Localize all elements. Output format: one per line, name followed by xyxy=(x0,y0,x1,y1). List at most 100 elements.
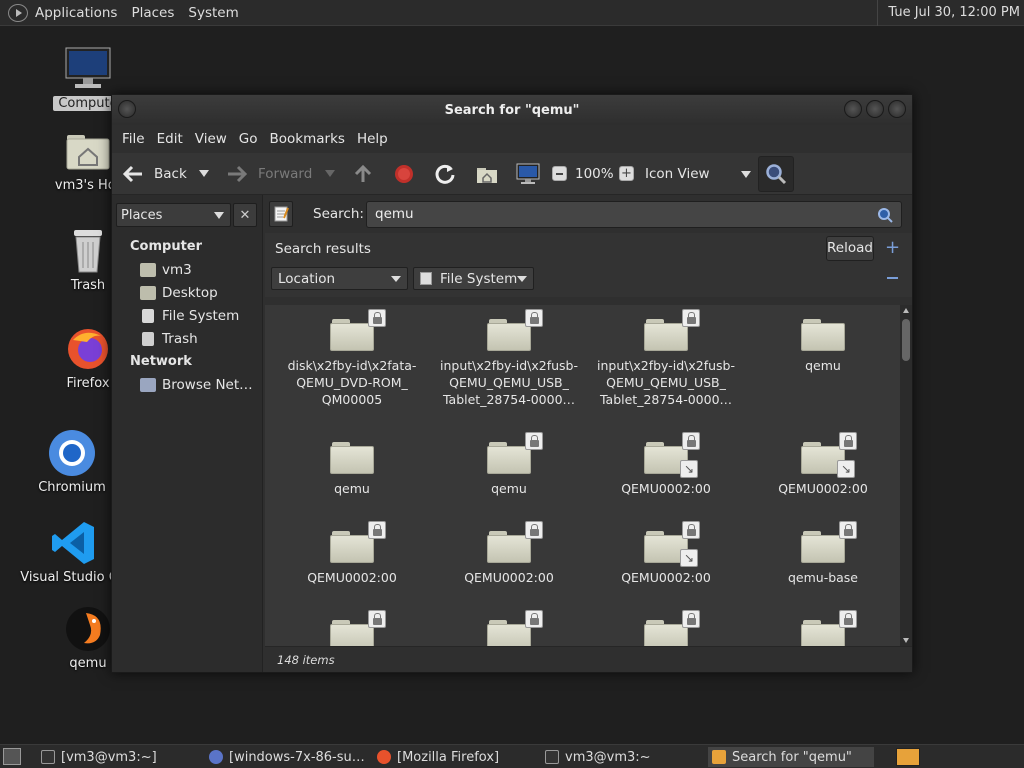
lock-emblem-icon xyxy=(682,309,700,327)
firefox-icon xyxy=(377,750,391,764)
search-input[interactable]: qemu xyxy=(366,201,902,228)
file-item[interactable]: disk\x2fby-id\x2fata- QEMU_DVD-ROM_ QM0000… xyxy=(277,309,427,408)
taskbar-item[interactable]: vm3@vm3:~ xyxy=(541,747,703,767)
home-icon[interactable] xyxy=(476,164,498,188)
taskbar-item[interactable]: [vm3@vm3:~] xyxy=(37,747,199,767)
file-item[interactable]: input\x2fby-id\x2fusb- QEMU_QEMU_USB_ Tabl… xyxy=(591,309,741,408)
folder-icon xyxy=(801,610,857,646)
menu-view[interactable]: View xyxy=(189,131,233,147)
chevron-down-icon xyxy=(214,212,224,219)
view-mode-select[interactable]: Icon View xyxy=(645,166,751,182)
vertical-scrollbar[interactable] xyxy=(900,305,912,646)
file-name: QEMU0002:00 xyxy=(307,570,397,585)
sidebar-item-desktop[interactable]: Desktop xyxy=(140,285,218,301)
file-item[interactable]: qemu-base xyxy=(748,521,898,586)
forward-history-dropdown[interactable] xyxy=(325,170,335,177)
sidebar-item-trash[interactable]: Trash xyxy=(140,331,198,347)
firefox-icon xyxy=(209,750,223,764)
file-item[interactable]: qemu xyxy=(277,436,427,497)
file-name: QEMU0002:00 xyxy=(778,481,868,496)
file-item[interactable]: ↘ QEMU0002:00 xyxy=(748,432,898,497)
distro-logo-icon[interactable] xyxy=(8,3,28,22)
menubar: File Edit View Go Bookmarks Help xyxy=(112,125,912,153)
window-titlebar[interactable]: Search for "qemu" xyxy=(112,95,912,125)
symlink-emblem-icon: ↘ xyxy=(680,549,698,567)
menu-go[interactable]: Go xyxy=(233,131,264,147)
file-item[interactable] xyxy=(591,610,741,646)
lock-emblem-icon xyxy=(368,610,386,628)
file-name: input\x2fby-id\x2fusb- xyxy=(597,358,735,373)
back-button[interactable]: Back xyxy=(122,165,187,183)
chevron-down-icon xyxy=(517,276,527,282)
maximize-button[interactable] xyxy=(866,100,884,118)
back-history-dropdown[interactable] xyxy=(199,170,209,177)
menu-edit[interactable]: Edit xyxy=(151,131,189,147)
search-icon[interactable] xyxy=(877,207,893,223)
scroll-down-icon[interactable] xyxy=(903,638,909,643)
computer-location-icon[interactable] xyxy=(516,163,540,189)
file-name: disk\x2fby-id\x2fata- xyxy=(287,358,417,373)
file-item[interactable] xyxy=(277,610,427,646)
folder-icon xyxy=(487,432,543,474)
file-item[interactable]: qemu xyxy=(434,432,584,497)
window-menu-button[interactable] xyxy=(118,100,136,118)
close-window-button[interactable] xyxy=(888,100,906,118)
clock[interactable]: Tue Jul 30, 12:00 PM xyxy=(877,0,1020,26)
sidebar-item-vm3[interactable]: vm3 xyxy=(140,262,192,278)
file-item[interactable]: qemu xyxy=(748,313,898,374)
chevron-down-icon xyxy=(391,276,401,282)
file-name: qemu xyxy=(805,358,841,373)
folder-icon xyxy=(487,309,543,351)
folder-icon xyxy=(644,610,700,646)
places-menu[interactable]: Places xyxy=(124,5,181,21)
filesystem-select[interactable]: File System xyxy=(413,267,534,290)
taskbar-item[interactable]: [windows-7x-86-su… xyxy=(205,747,367,767)
show-desktop-icon[interactable] xyxy=(3,748,21,765)
desktop-icon-chromium[interactable]: Chromium xyxy=(27,430,117,495)
file-item[interactable] xyxy=(748,610,898,646)
close-sidebar-button[interactable]: ✕ xyxy=(233,203,257,227)
up-arrow-icon[interactable] xyxy=(353,164,373,188)
add-criterion-icon[interactable]: + xyxy=(885,237,900,258)
file-name: qemu-base xyxy=(787,570,859,585)
remove-criterion-icon[interactable] xyxy=(887,277,898,279)
chromium-icon xyxy=(47,430,97,476)
folder-icon: ↘ xyxy=(644,432,700,478)
file-name: QEMU_QEMU_USB_ xyxy=(606,375,726,390)
menu-bookmarks[interactable]: Bookmarks xyxy=(264,131,351,147)
sidebar-item-file-system[interactable]: File System xyxy=(140,308,239,324)
file-item[interactable]: ↘ QEMU0002:00 xyxy=(591,432,741,497)
workspace-switcher[interactable] xyxy=(896,748,920,766)
forward-button[interactable]: Forward xyxy=(226,165,312,183)
sidebar-type-select[interactable]: Places xyxy=(116,203,231,227)
file-item[interactable]: input\x2fby-id\x2fusb- QEMU_QEMU_USB_ Tabl… xyxy=(434,309,584,408)
applications-menu[interactable]: Applications xyxy=(28,5,124,21)
sidebar-item-browse-network[interactable]: Browse Net… xyxy=(140,377,253,393)
network-icon xyxy=(140,378,156,392)
note-icon[interactable] xyxy=(269,201,293,227)
scrollbar-thumb[interactable] xyxy=(902,319,910,361)
scroll-up-icon[interactable] xyxy=(903,308,909,313)
zoom-out-icon[interactable] xyxy=(552,166,567,181)
search-toggle-button[interactable] xyxy=(758,156,794,192)
zoom-in-icon[interactable]: + xyxy=(619,166,634,181)
file-name: QM00005 xyxy=(321,392,383,407)
file-item[interactable]: ↘ QEMU0002:00 xyxy=(591,521,741,586)
taskbar-item[interactable]: Search for "qemu" xyxy=(708,747,874,767)
search-label: Search: xyxy=(313,206,364,222)
system-menu[interactable]: System xyxy=(181,5,245,21)
file-item[interactable]: QEMU0002:00 xyxy=(277,521,427,586)
minimize-button[interactable] xyxy=(844,100,862,118)
stop-icon[interactable] xyxy=(394,164,414,188)
folder-icon xyxy=(801,521,857,563)
reload-icon[interactable] xyxy=(434,163,456,189)
folder-icon: ↘ xyxy=(801,432,857,478)
taskbar-item[interactable]: [Mozilla Firefox] xyxy=(373,747,535,767)
reload-button[interactable]: Reload xyxy=(826,236,874,261)
menu-help[interactable]: Help xyxy=(351,131,394,147)
file-item[interactable]: QEMU0002:00 xyxy=(434,521,584,586)
file-item[interactable] xyxy=(434,610,584,646)
file-name: qemu xyxy=(491,481,527,496)
menu-file[interactable]: File xyxy=(116,131,151,147)
location-select[interactable]: Location xyxy=(271,267,408,290)
